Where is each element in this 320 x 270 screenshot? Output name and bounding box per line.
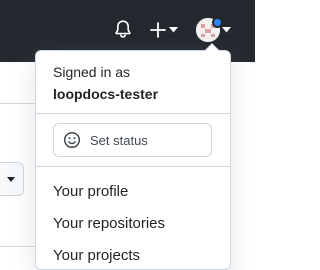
- smiley-icon: [63, 131, 81, 149]
- set-status-button[interactable]: Set status: [53, 123, 212, 157]
- bell-icon[interactable]: [113, 19, 133, 39]
- set-status-label: Set status: [90, 132, 148, 148]
- username: loopdocs-tester: [53, 86, 159, 102]
- caret-down-icon: [169, 27, 178, 33]
- dropdown-arrow-inner: [205, 44, 219, 51]
- page-select-button[interactable]: [0, 162, 24, 196]
- menu-divider: [36, 166, 230, 167]
- menu-divider: [36, 113, 230, 114]
- plus-icon: [150, 22, 166, 38]
- signed-in-label: Signed in as: [53, 64, 131, 80]
- create-new-menu-button[interactable]: [149, 20, 178, 40]
- page-divider: [0, 103, 36, 104]
- notification-indicator: [212, 17, 223, 28]
- user-dropdown-menu: Signed in as loopdocs-tester Set status …: [35, 43, 231, 270]
- menu-item-your-projects[interactable]: Your projects: [53, 246, 140, 266]
- page-divider: [0, 246, 36, 247]
- menu-item-your-profile[interactable]: Your profile: [53, 182, 128, 202]
- caret-down-icon: [222, 27, 231, 33]
- menu-item-your-repositories[interactable]: Your repositories: [53, 214, 165, 234]
- caret-down-icon: [7, 177, 15, 182]
